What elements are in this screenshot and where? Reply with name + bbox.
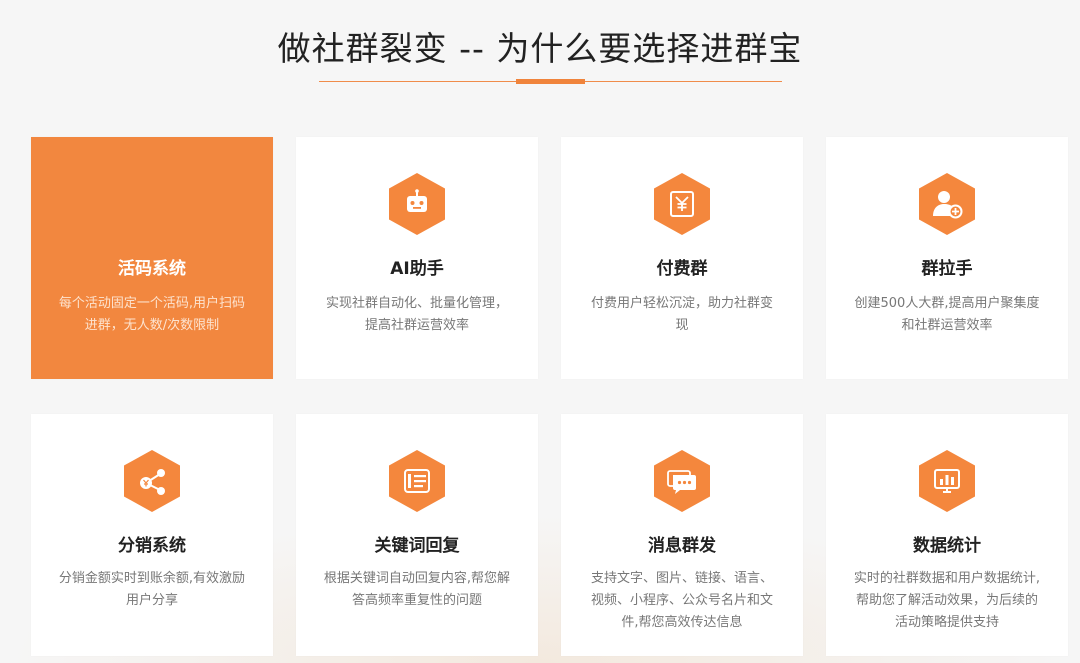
- feature-card-paid-group[interactable]: 付费群 付费用户轻松沉淀，助力社群变现: [561, 137, 803, 379]
- robot-icon: [389, 173, 445, 235]
- message-icon: [654, 450, 710, 512]
- feature-description: 分销金额实时到账余额,有效激励用户分享: [58, 571, 246, 608]
- feature-card-statistics[interactable]: 数据统计 实时的社群数据和用户数据统计,帮助您了解活动效果，为后续的活动策略提供…: [826, 414, 1068, 656]
- feature-description: 实现社群自动化、批量化管理，提高社群运营效率: [325, 296, 508, 333]
- feature-card-distribution[interactable]: 分销系统 分销金额实时到账余额,有效激励用户分享: [31, 414, 273, 656]
- feature-card-mass-message[interactable]: 消息群发 支持文字、图片、链接、语言、视频、小程序、公众号名片和文件,帮您高效传…: [561, 414, 803, 656]
- feature-title: 数据统计: [913, 536, 981, 556]
- yen-icon: [654, 173, 710, 235]
- feature-description: 支持文字、图片、链接、语言、视频、小程序、公众号名片和文件,帮您高效传达信息: [590, 571, 773, 630]
- feature-card-ai-assistant[interactable]: AI助手 实现社群自动化、批量化管理，提高社群运营效率: [296, 137, 538, 379]
- chart-icon: [919, 450, 975, 512]
- feature-title: 关键词回复: [374, 536, 460, 556]
- feature-card-keyword-reply[interactable]: 关键词回复 根据关键词自动回复内容,帮您解答高频率重复性的问题: [296, 414, 538, 656]
- feature-description: 付费用户轻松沉淀，助力社群变现: [590, 296, 773, 333]
- title-divider-accent: [516, 79, 585, 84]
- feature-title: 付费群: [656, 259, 708, 279]
- feature-title: 群拉手: [921, 259, 973, 279]
- feature-description: 创建500人大群,提高用户聚集度和社群运营效率: [854, 296, 1040, 333]
- section-title: 做社群裂变 -- 为什么要选择进群宝: [277, 29, 803, 68]
- user-add-icon: [919, 173, 975, 235]
- feature-title: 活码系统: [118, 259, 186, 279]
- keyword-icon: [389, 450, 445, 512]
- feature-card-group-puller[interactable]: 群拉手 创建500人大群,提高用户聚集度和社群运营效率: [826, 137, 1068, 379]
- share-icon: [124, 450, 180, 512]
- feature-description: 实时的社群数据和用户数据统计,帮助您了解活动效果，为后续的活动策略提供支持: [853, 571, 1041, 630]
- feature-title: AI助手: [390, 259, 444, 279]
- feature-title: 消息群发: [648, 536, 716, 556]
- feature-description: 根据关键词自动回复内容,帮您解答高频率重复性的问题: [323, 571, 511, 608]
- feature-card-live-code[interactable]: 活码系统 每个活动固定一个活码,用户扫码进群，无人数/次数限制: [31, 137, 273, 379]
- feature-description: 每个活动固定一个活码,用户扫码进群，无人数/次数限制: [58, 296, 246, 333]
- feature-title: 分销系统: [118, 536, 186, 556]
